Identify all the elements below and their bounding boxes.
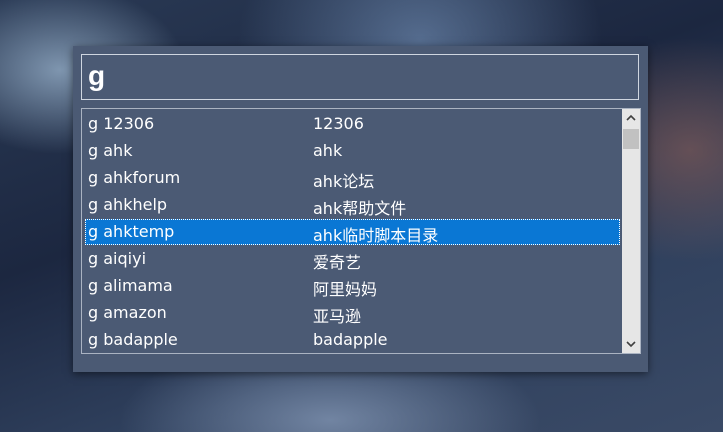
result-description: ahk [313, 141, 343, 160]
result-description: 爱奇艺 [313, 253, 362, 272]
results-list: g 12306 12306 g ahk ahk g ahkforum ahk论坛… [81, 108, 641, 354]
scroll-thumb[interactable] [623, 129, 639, 149]
result-command: g ahk [88, 141, 133, 160]
result-command: g ahktemp [88, 222, 175, 241]
list-item[interactable]: g amazon 亚马逊 [85, 300, 620, 326]
list-item[interactable]: g ahk ahk [85, 138, 620, 164]
chevron-down-icon [626, 341, 636, 348]
result-command: g amazon [88, 303, 167, 322]
search-input[interactable] [88, 57, 628, 95]
scroll-down-button[interactable] [622, 335, 640, 353]
result-description: ahk帮助文件 [313, 199, 407, 218]
result-command: g alimama [88, 276, 173, 295]
result-description: badapple [313, 330, 388, 349]
launcher-window: g 12306 12306 g ahk ahk g ahkforum ahk论坛… [73, 46, 648, 372]
result-description: 12306 [313, 114, 364, 133]
scrollbar[interactable] [622, 109, 640, 353]
list-item[interactable]: g ahkforum ahk论坛 [85, 165, 620, 191]
result-description: ahk临时脚本目录 [313, 226, 439, 245]
list-item[interactable]: g ahkhelp ahk帮助文件 [85, 192, 620, 218]
result-command: g ahkhelp [88, 195, 168, 214]
search-box[interactable] [81, 54, 639, 100]
result-command: g badapple [88, 330, 178, 349]
result-description: ahk论坛 [313, 172, 375, 191]
list-item[interactable]: g 12306 12306 [85, 111, 620, 137]
result-description: 亚马逊 [313, 307, 362, 326]
list-item[interactable]: g aiqiyi 爱奇艺 [85, 246, 620, 272]
result-description: 阿里妈妈 [313, 280, 378, 299]
list-item[interactable]: g badapple badapple [85, 327, 620, 353]
scroll-up-button[interactable] [622, 109, 640, 127]
result-command: g aiqiyi [88, 249, 147, 268]
list-item-selected[interactable]: g ahktemp ahk临时脚本目录 [85, 219, 620, 245]
list-item[interactable]: g alimama 阿里妈妈 [85, 273, 620, 299]
chevron-up-icon [626, 114, 636, 121]
result-command: g ahkforum [88, 168, 181, 187]
result-command: g 12306 [88, 114, 155, 133]
